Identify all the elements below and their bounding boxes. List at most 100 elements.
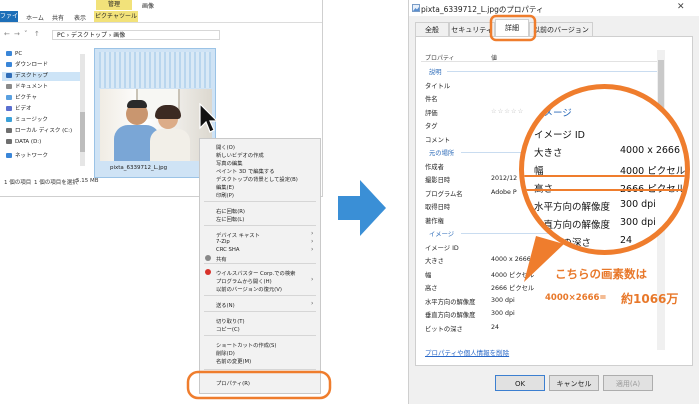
tab-picture-tools[interactable]: ピクチャツール	[94, 11, 138, 22]
context-menu-item[interactable]: 左に回転(L)	[216, 215, 244, 223]
context-menu-item[interactable]: コピー(C)	[216, 325, 240, 333]
context-menu-item[interactable]: 以前のバージョンの復元(V)	[216, 285, 282, 293]
folder-icon	[6, 139, 12, 144]
height-row-highlight	[524, 175, 685, 191]
context-menu-item[interactable]: デスクトップの背景として設定(B)	[216, 175, 298, 183]
file-name-label: pixta_6339712_L.jpg	[110, 165, 168, 171]
address-bar[interactable]: PC › デスクトップ › 画像	[52, 30, 220, 40]
context-menu-item[interactable]: 写真の編集	[216, 159, 243, 167]
context-menu-item[interactable]: 削除(D)	[216, 349, 235, 357]
folder-icon	[6, 117, 12, 122]
context-menu-item[interactable]: 共有	[216, 255, 227, 263]
sidebar-item[interactable]: ダウンロード	[6, 61, 48, 70]
tab-home[interactable]: ホーム	[26, 13, 44, 22]
zoom-property-value: 300 dpi	[620, 199, 656, 210]
context-menu-item[interactable]: 編集(E)	[216, 183, 234, 191]
image-file-icon	[412, 4, 420, 12]
context-menu-item[interactable]: 印刷(P)	[216, 191, 234, 199]
context-menu-item[interactable]: 送る(N)	[216, 301, 235, 309]
property-value[interactable]: 300 dpi	[491, 310, 515, 317]
sidebar-item-label: PC	[15, 51, 23, 57]
woman-shirt	[150, 129, 190, 161]
back-icon[interactable]: ←	[4, 30, 10, 38]
zoom-property-value: 300 dpi	[620, 217, 656, 228]
folder-icon	[6, 73, 12, 78]
sidebar-item[interactable]: ドキュメント	[6, 83, 48, 92]
tab-general[interactable]: 全般	[415, 22, 449, 36]
sidebar-item[interactable]: ローカル ディスク (C:)	[6, 127, 72, 136]
manage-tab[interactable]: 管理	[96, 0, 132, 10]
column-property[interactable]: プロパティ	[425, 53, 455, 62]
photo-thumbnail[interactable]	[100, 89, 212, 161]
sidebar-item-label: ダウンロード	[15, 62, 49, 68]
sidebar-item[interactable]: ピクチャ	[6, 94, 37, 103]
sidebar-item[interactable]: PC	[6, 50, 22, 59]
sidebar-item-label: ミュージック	[15, 117, 48, 123]
sidebar-item-label: ピクチャ	[15, 95, 37, 101]
forward-icon[interactable]: →	[14, 30, 20, 38]
property-name: 幅	[425, 271, 432, 279]
context-menu-item[interactable]: ショートカットの作成(S)	[216, 341, 276, 349]
annotation-formula: 4000×2666=	[545, 293, 607, 303]
up-icon[interactable]: ↑	[34, 30, 40, 38]
ok-button[interactable]: OK	[495, 375, 545, 391]
close-icon[interactable]: ✕	[677, 2, 685, 12]
property-name: 水平方向の解像度	[425, 298, 476, 306]
annotation-pixel-count: こちらの画素数は	[555, 267, 647, 281]
context-menu-item[interactable]: 開く(O)	[216, 143, 235, 151]
sidebar-item-label: DATA (D:)	[15, 139, 42, 145]
zoom-property-name: 大きさ	[534, 148, 563, 159]
tab-file[interactable]: ファイル	[0, 11, 18, 31]
context-menu-item[interactable]: 7-Zip	[216, 239, 230, 245]
zoom-property-name: ビットの深さ	[534, 238, 592, 249]
context-menu-item[interactable]: プログラムから開く(H)	[216, 277, 272, 285]
zoom-property-name: 水平方向の解像度	[534, 202, 611, 213]
folder-icon	[6, 62, 12, 67]
context-menu-item[interactable]: ウイルスバスター Corp.での検索	[216, 269, 295, 277]
sidebar-item[interactable]: DATA (D:)	[6, 138, 41, 147]
property-value[interactable]: Adobe P	[491, 189, 517, 196]
property-name: タイトル	[425, 82, 451, 90]
column-value[interactable]: 値	[491, 53, 497, 62]
context-menu-item[interactable]: ペイント 3D で編集する	[216, 167, 275, 175]
property-value[interactable]: 2012/12	[491, 175, 517, 182]
sidebar-item[interactable]: デスクトップ	[2, 72, 80, 81]
share-icon	[205, 255, 211, 261]
details-scroll-thumb[interactable]	[658, 60, 664, 110]
sidebar-item-label: デスクトップ	[15, 73, 49, 79]
tab-previous-versions[interactable]: 以前のバージョン	[529, 22, 593, 36]
tab-share[interactable]: 共有	[52, 13, 64, 22]
context-menu-item[interactable]: CRC SHA	[216, 247, 239, 253]
context-menu-item[interactable]: 右に回転(R)	[216, 207, 245, 215]
context-menu-item[interactable]: 新しいビデオの作成	[216, 151, 264, 159]
zoom-property-name: 垂直方向の解像度	[534, 220, 611, 231]
property-name: イメージ ID	[425, 244, 459, 252]
property-name: タグ	[425, 123, 438, 130]
context-menu-item[interactable]: 切り取り(T)	[216, 317, 245, 325]
menu-separator	[204, 295, 316, 296]
section-header: 説明	[429, 69, 442, 76]
context-menu-item[interactable]: デバイス キャスト	[216, 231, 260, 239]
sidebar-item[interactable]: ビデオ	[6, 105, 32, 114]
apply-button[interactable]: 適用(A)	[603, 375, 653, 391]
menu-separator	[204, 311, 316, 312]
property-name: 作成者	[425, 163, 444, 171]
chevron-down-icon[interactable]: ˅	[24, 30, 28, 38]
sidebar-item[interactable]: ミュージック	[6, 116, 48, 125]
context-menu-item[interactable]: 名前の変更(M)	[216, 357, 251, 365]
folder-icon	[6, 95, 12, 100]
sidebar-item[interactable]: ネットワーク	[6, 152, 48, 161]
property-value[interactable]: 300 dpi	[491, 297, 515, 304]
explorer-titlebar	[0, 0, 322, 10]
sidebar-item-label: ビデオ	[15, 106, 32, 112]
folder-icon	[6, 153, 12, 158]
cancel-button[interactable]: キャンセル	[549, 375, 599, 391]
zoom-property-name: イメージ ID	[534, 130, 585, 141]
remove-properties-link[interactable]: プロパティや個人情報を削除	[425, 347, 509, 357]
antivirus-icon	[205, 269, 211, 275]
property-value[interactable]: ☆☆☆☆☆	[491, 108, 524, 115]
submenu-arrow-icon: ›	[311, 300, 314, 307]
tab-view[interactable]: 表示	[74, 13, 86, 22]
sidebar-scroll-thumb[interactable]	[80, 112, 85, 152]
property-value[interactable]: 24	[491, 324, 499, 331]
